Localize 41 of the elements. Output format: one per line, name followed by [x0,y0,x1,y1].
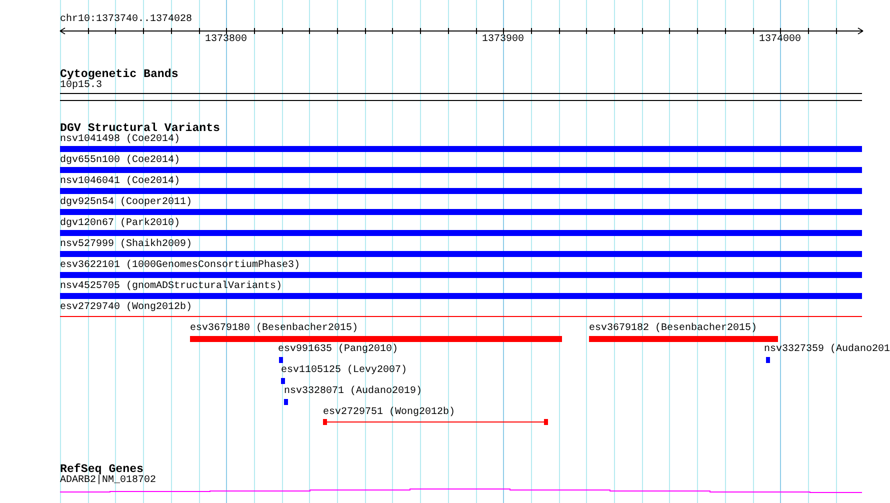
variant-label: nsv4525705 (gnomADStructuralVariants) [60,281,282,293]
gene-label: ADARB2|NM_018702 [60,475,156,487]
variant-label: nsv3328071 (Audano2019) [284,386,422,398]
variant-bar[interactable] [60,146,862,152]
variant-bar[interactable] [190,336,562,342]
variant-bar[interactable] [281,378,285,384]
variant-label: nsv527999 (Shaikh2009) [60,239,192,251]
variant-bar[interactable] [60,293,862,299]
variant-label: dgv120n67 (Park2010) [60,218,180,230]
variant-line[interactable] [60,316,862,317]
region-label: chr10:1373740..1374028 [60,14,192,26]
variant-label: esv3622101 (1000GenomesConsortiumPhase3) [60,260,300,272]
variant-bar[interactable] [60,251,862,257]
variant-label: nsv3327359 (Audano201 [764,344,890,356]
tick-label: 1373900 [482,34,524,46]
tick-label: 1374000 [759,34,802,46]
variant-label: esv3679180 (Besenbacher2015) [190,323,358,335]
variant-label: esv991635 (Pang2010) [278,344,398,356]
variant-span[interactable] [323,419,548,425]
variant-bar[interactable] [589,336,778,342]
track-title: Cytogenetic Bands [60,68,178,81]
track-title: RefSeq Genes [60,463,144,476]
variant-bar[interactable] [279,357,283,363]
variant-bar[interactable] [60,167,862,173]
variant-bar[interactable] [60,230,862,236]
variant-label: dgv925n54 (Cooper2011) [60,197,192,209]
variant-label: nsv1041498 (Coe2014) [60,134,180,146]
variant-bar[interactable] [60,272,862,278]
variant-label: esv3679182 (Besenbacher2015) [589,323,758,335]
variant-bar[interactable] [766,357,770,363]
variant-label: esv2729740 (Wong2012b) [60,302,192,314]
variant-label: dgv655n100 (Coe2014) [60,155,180,167]
variant-label: nsv1046041 (Coe2014) [60,176,180,188]
variant-label: esv2729751 (Wong2012b) [323,407,456,419]
variant-bar[interactable] [60,188,862,194]
track-title: DGV Structural Variants [60,122,220,135]
variant-bar[interactable] [60,209,862,215]
variant-bar[interactable] [284,399,288,405]
variant-label: esv1105125 (Levy2007) [281,365,408,377]
tick-label: 1373800 [205,34,248,46]
band-label: 10p15.3 [60,80,102,92]
